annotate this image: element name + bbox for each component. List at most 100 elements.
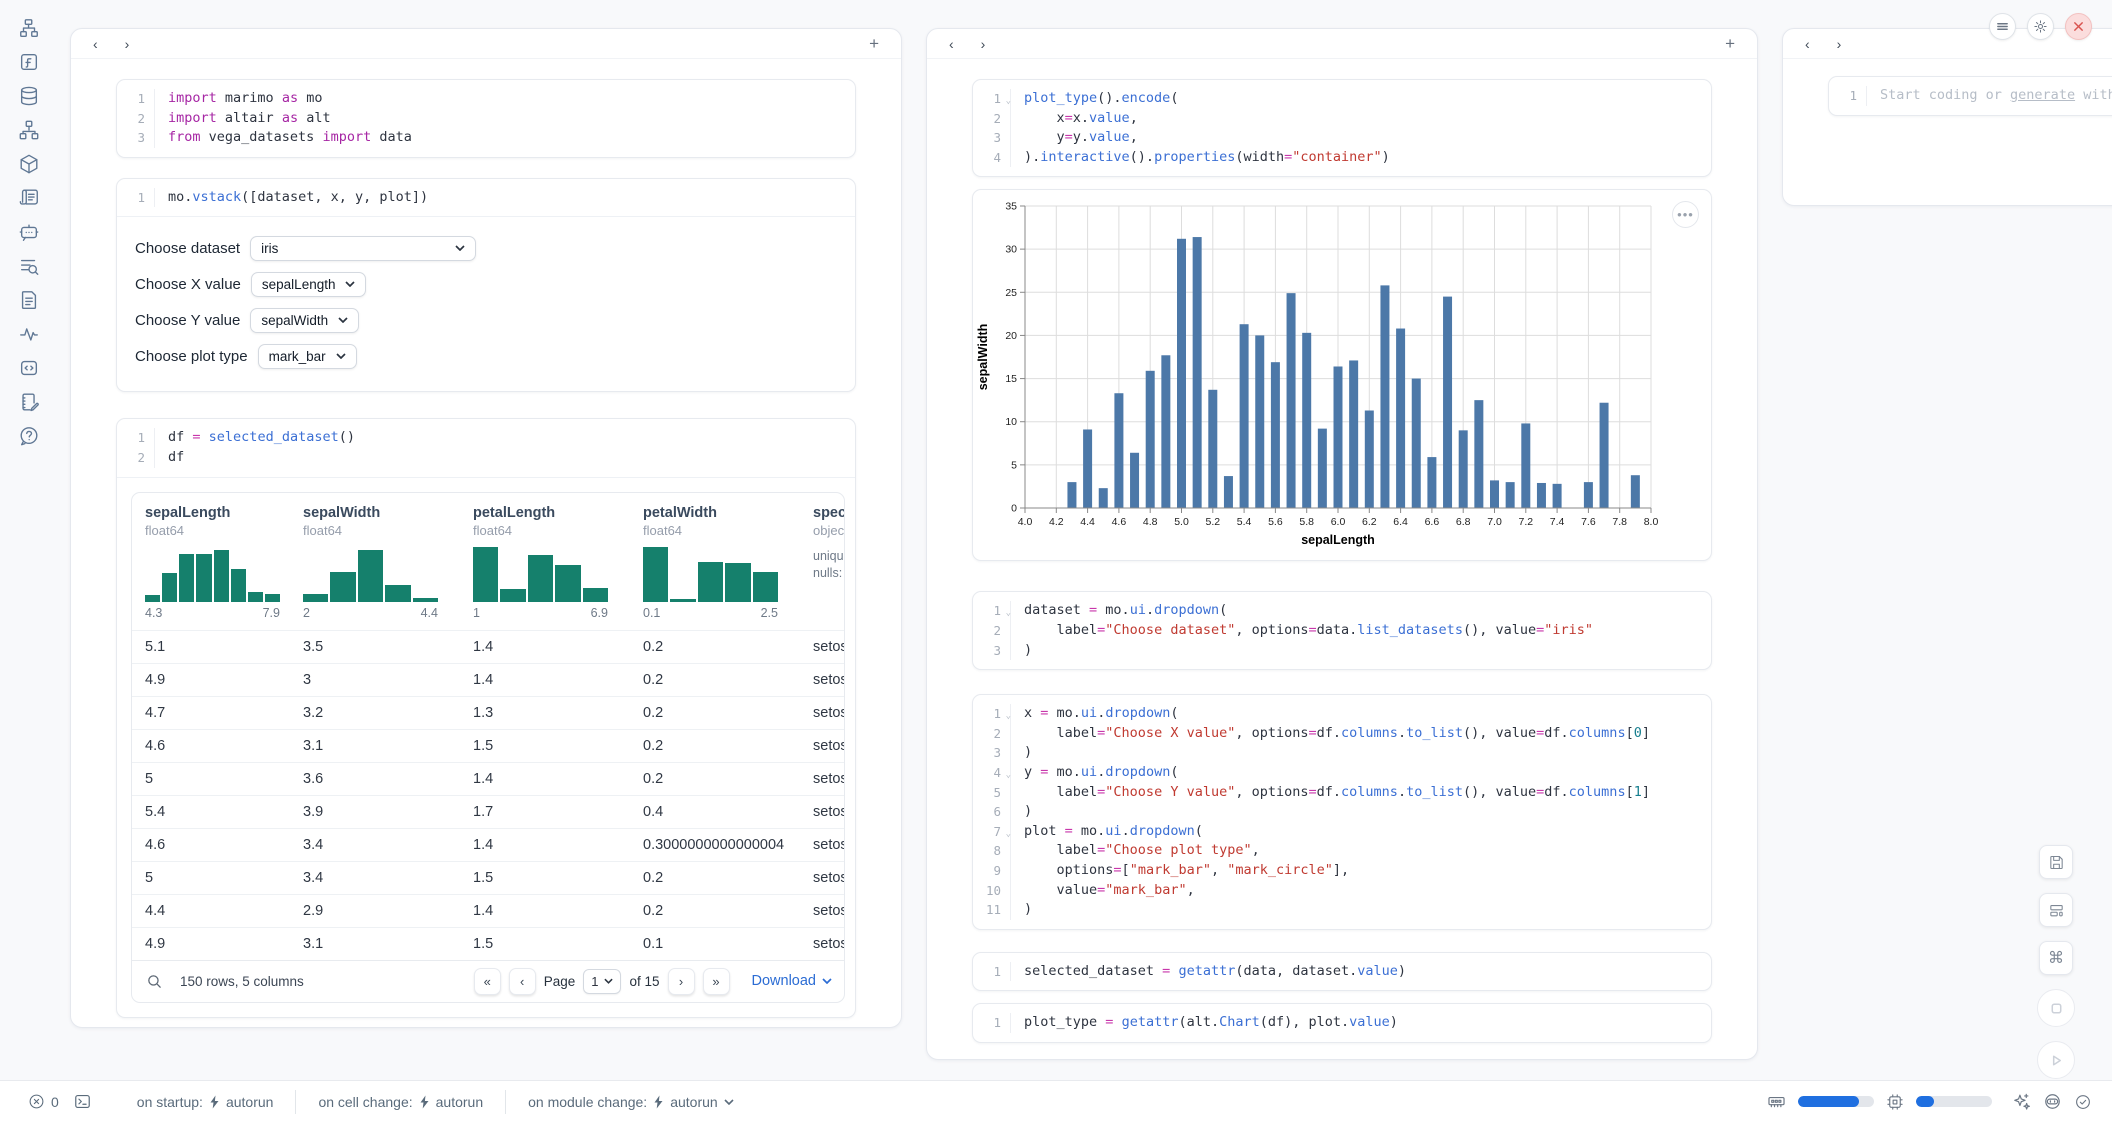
add-cell-button[interactable]: + xyxy=(869,34,879,54)
help-icon[interactable] xyxy=(17,425,41,447)
bolt-icon xyxy=(653,1095,664,1109)
prev-column-button[interactable]: ‹ xyxy=(1805,36,1810,52)
table-row[interactable]: 4.93.11.50.1setosa xyxy=(132,927,844,960)
save-button[interactable] xyxy=(2039,845,2073,879)
code-editor[interactable]: 1mo.vstack([dataset, x, y, plot]) xyxy=(117,179,855,217)
cpu-usage-meter[interactable] xyxy=(1916,1096,1992,1107)
table-footer: 150 rows, 5 columns « ‹ Page 1 of 15 › »… xyxy=(132,960,844,1002)
code-editor[interactable]: 1import marimo as mo2import altair as al… xyxy=(117,80,855,157)
code-editor[interactable]: 1Start coding or generate with AI xyxy=(1829,77,2112,115)
scratchpad-icon[interactable] xyxy=(17,391,41,413)
cell-vstack: 1mo.vstack([dataset, x, y, plot]) Choose… xyxy=(116,178,856,393)
column-histogram xyxy=(145,547,280,602)
search-icon[interactable] xyxy=(146,973,163,990)
documentation-icon[interactable] xyxy=(17,289,41,311)
page-select[interactable]: 1 xyxy=(583,969,621,994)
code-editor[interactable]: 1selected_dataset = getattr(data, datase… xyxy=(973,953,1711,991)
terminal-button[interactable] xyxy=(73,1092,92,1111)
stop-button[interactable] xyxy=(2037,989,2075,1027)
svg-text:4.4: 4.4 xyxy=(1080,516,1095,528)
code-editor[interactable]: 1plot_type = getattr(alt.Chart(df), plot… xyxy=(973,1004,1711,1042)
shortcuts-button[interactable]: ⌘ xyxy=(2039,941,2073,975)
table-row[interactable]: 53.61.40.2setosa xyxy=(132,762,844,795)
connection-status-icon[interactable] xyxy=(2074,1093,2092,1111)
functions-icon[interactable] xyxy=(17,51,41,73)
on-startup-setting[interactable]: on startup: autorun xyxy=(137,1094,274,1110)
table-header-row: sepalLengthfloat644.37.9sepalWidthfloat6… xyxy=(132,493,844,630)
dependency-graph-icon[interactable] xyxy=(17,119,41,141)
code-editor[interactable]: 1df = selected_dataset()2df xyxy=(117,419,855,476)
column-header[interactable]: petalLengthfloat6416.9 xyxy=(460,493,630,630)
column-header[interactable]: sepalLengthfloat644.37.9 xyxy=(132,493,290,630)
svg-text:15: 15 xyxy=(1005,373,1017,385)
dataframe-table: sepalLengthfloat644.37.9sepalWidthfloat6… xyxy=(131,492,845,1003)
close-panel-button[interactable] xyxy=(2065,13,2092,40)
table-row[interactable]: 4.63.41.40.3000000000000004setosa xyxy=(132,828,844,861)
on-module-change-setting[interactable]: on module change: autorun xyxy=(528,1094,734,1110)
prev-page-button[interactable]: ‹ xyxy=(509,968,536,995)
layout-toggle-button[interactable] xyxy=(2039,893,2073,927)
control-row: Choose Y valuesepalWidth xyxy=(135,307,837,333)
menu-button[interactable] xyxy=(1989,13,2016,40)
chevron-down-icon xyxy=(724,1099,734,1105)
last-page-button[interactable]: » xyxy=(703,968,730,995)
bar-chart[interactable]: 4.04.24.44.64.85.05.25.45.65.86.06.26.46… xyxy=(973,190,1711,557)
memory-usage-meter[interactable] xyxy=(1798,1096,1874,1107)
prev-column-button[interactable]: ‹ xyxy=(949,36,954,52)
chat-icon[interactable] xyxy=(17,221,41,243)
error-counter[interactable]: 0 xyxy=(28,1093,59,1110)
cell-selected-dataset: 1selected_dataset = getattr(data, datase… xyxy=(972,952,1712,992)
table-summary: 150 rows, 5 columns xyxy=(180,974,304,989)
middle-panel-header: ‹ › + xyxy=(927,29,1757,59)
svg-text:7.8: 7.8 xyxy=(1612,516,1627,528)
errors-icon xyxy=(28,1093,45,1110)
svg-text:sepalWidth: sepalWidth xyxy=(976,324,990,391)
table-row[interactable]: 5.13.51.40.2setosa xyxy=(132,630,844,663)
altair-chart-output[interactable]: 4.04.24.44.64.85.05.25.45.65.86.06.26.46… xyxy=(972,189,1712,561)
table-row[interactable]: 4.931.40.2setosa xyxy=(132,663,844,696)
file-explorer-icon[interactable] xyxy=(17,17,41,39)
snippets-icon[interactable] xyxy=(17,357,41,379)
settings-button[interactable] xyxy=(2027,13,2054,40)
next-page-button[interactable]: › xyxy=(668,968,695,995)
table-row[interactable]: 4.73.21.30.2setosa xyxy=(132,696,844,729)
svg-text:4.0: 4.0 xyxy=(1018,516,1033,528)
next-column-button[interactable]: › xyxy=(1837,36,1842,52)
run-all-button[interactable] xyxy=(2037,1041,2075,1079)
svg-text:5.4: 5.4 xyxy=(1237,516,1252,528)
runtime-icon[interactable] xyxy=(17,323,41,345)
dataframe-output: sepalLengthfloat644.37.9sepalWidthfloat6… xyxy=(117,477,855,1017)
dropdown-select[interactable]: mark_bar xyxy=(258,344,357,369)
first-page-button[interactable]: « xyxy=(474,968,501,995)
next-column-button[interactable]: › xyxy=(125,36,130,52)
dropdown-select[interactable]: sepalLength xyxy=(251,272,367,297)
datasources-icon[interactable] xyxy=(17,85,41,107)
copilot-icon[interactable] xyxy=(2043,1092,2062,1111)
code-editor[interactable]: 1⌄plot_type().encode(2 x=x.value,3 y=y.v… xyxy=(973,80,1711,176)
column-header[interactable]: petalWidthfloat640.12.5 xyxy=(630,493,800,630)
download-button[interactable]: Download xyxy=(752,973,833,989)
table-row[interactable]: 4.42.91.40.2setosa xyxy=(132,894,844,927)
packages-icon[interactable] xyxy=(17,153,41,175)
table-row[interactable]: 5.43.91.70.4setosa xyxy=(132,795,844,828)
next-column-button[interactable]: › xyxy=(981,36,986,52)
dropdown-select[interactable]: iris xyxy=(250,236,476,261)
code-editor[interactable]: 1⌄dataset = mo.ui.dropdown(2 label="Choo… xyxy=(973,592,1711,669)
table-row[interactable]: 4.63.11.50.2setosa xyxy=(132,729,844,762)
svg-text:4.6: 4.6 xyxy=(1112,516,1127,528)
dropdown-select[interactable]: sepalWidth xyxy=(250,308,359,333)
add-cell-button[interactable]: + xyxy=(1725,34,1735,54)
ai-sparkles-icon[interactable] xyxy=(2012,1092,2031,1111)
tracebacks-icon[interactable] xyxy=(17,255,41,277)
svg-text:4.2: 4.2 xyxy=(1049,516,1064,528)
svg-text:6.0: 6.0 xyxy=(1331,516,1346,528)
code-editor[interactable]: 1⌄x = mo.ui.dropdown(2 label="Choose X v… xyxy=(973,695,1711,929)
column-header[interactable]: sepalWidthfloat6424.4 xyxy=(290,493,460,630)
table-row[interactable]: 53.41.50.2setosa xyxy=(132,861,844,894)
on-cell-change-setting[interactable]: on cell change: autorun xyxy=(318,1094,483,1110)
control-label: Choose dataset xyxy=(135,240,240,257)
cell-dataset-dropdown: 1⌄dataset = mo.ui.dropdown(2 label="Choo… xyxy=(972,591,1712,670)
logs-icon[interactable] xyxy=(17,187,41,209)
column-header[interactable]: speciesobjectunique:nulls: xyxy=(800,493,844,630)
prev-column-button[interactable]: ‹ xyxy=(93,36,98,52)
